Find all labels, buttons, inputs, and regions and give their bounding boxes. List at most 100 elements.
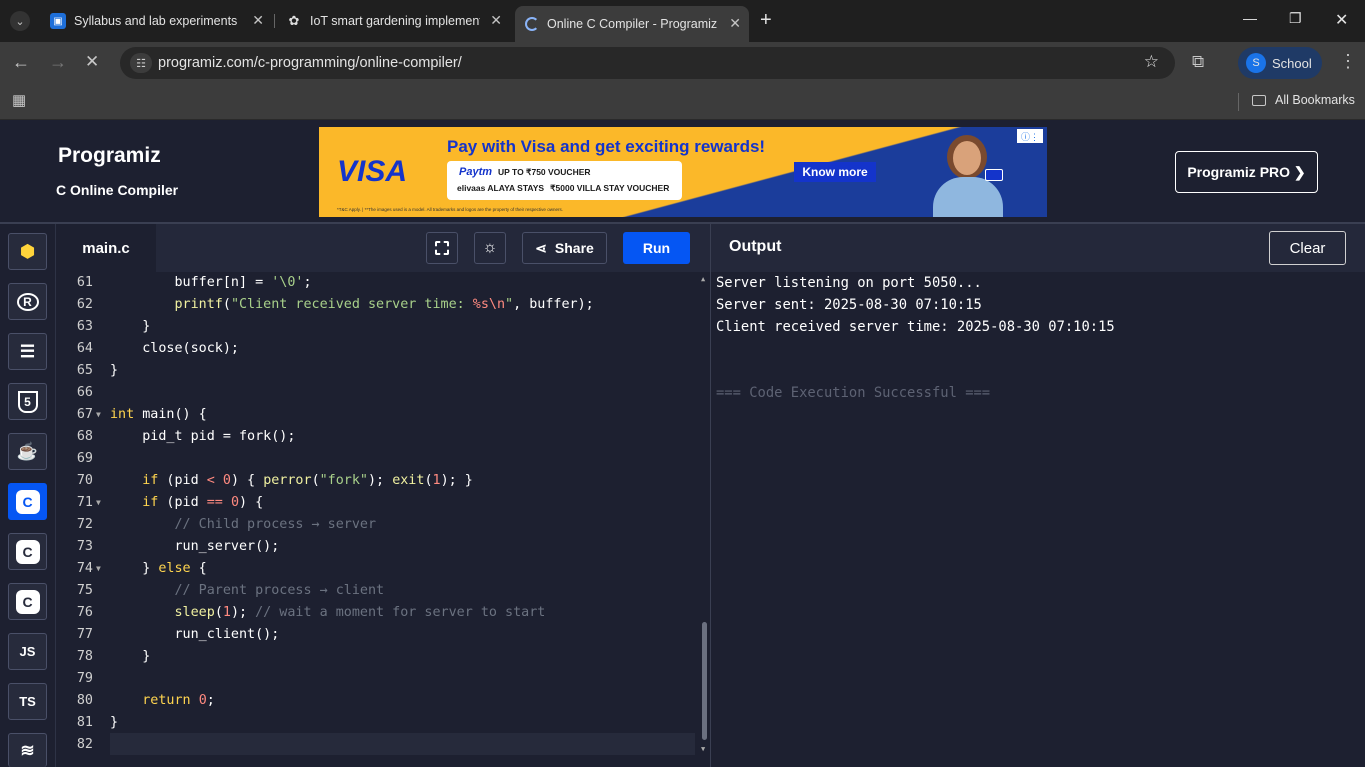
new-tab-icon[interactable]: + [760, 9, 772, 32]
line-number: 67 [76, 407, 93, 422]
scroll-down-icon[interactable]: ▼ [701, 745, 705, 753]
ad-info-icon[interactable]: ⓘ⋮ [1017, 129, 1043, 143]
line-number: 81 [76, 715, 93, 730]
close-tab-icon[interactable]: ✕ [729, 15, 741, 32]
forward-icon[interactable]: → [49, 52, 67, 73]
code-line[interactable]: 61 buffer[n] = '\0'; [56, 272, 706, 294]
html-icon[interactable]: 5 [8, 383, 47, 420]
code-line[interactable]: 64 close(sock); [56, 338, 706, 360]
fold-arrow-icon[interactable]: ▼ [96, 492, 101, 514]
output-line: Server listening on port 5050... [716, 275, 982, 291]
tab-iot[interactable]: ✿ IoT smart gardening implement ✕ [276, 6, 510, 36]
code-line[interactable]: 73 run_server(); [56, 536, 706, 558]
extensions-icon[interactable]: ⧉ [1192, 52, 1204, 72]
code-line[interactable]: 80 return 0; [56, 690, 706, 712]
fullscreen-button[interactable] [426, 232, 458, 264]
code-line[interactable]: 72 // Child process → server [56, 514, 706, 536]
address-bar[interactable]: ☷ programiz.com/c-programming/online-com… [120, 47, 1175, 79]
bookmark-star-icon[interactable]: ☆ [1144, 52, 1159, 72]
csharp-icon[interactable]: C [8, 583, 47, 620]
line-number: 69 [76, 451, 93, 466]
code-line[interactable]: 76 sleep(1); // wait a moment for server… [56, 602, 706, 624]
theme-toggle-button[interactable]: ☼ [474, 232, 506, 264]
tab-title: IoT smart gardening implement [310, 14, 480, 28]
java-icon[interactable]: ☕ [8, 433, 47, 470]
profile-button[interactable]: S School [1238, 47, 1322, 79]
cpp-icon[interactable]: C [8, 533, 47, 570]
code-line[interactable]: 63 } [56, 316, 706, 338]
run-button[interactable]: Run [623, 232, 690, 264]
tab-search-icon[interactable]: ⌄ [10, 11, 30, 31]
avatar: S [1246, 53, 1266, 73]
tab-title: Online C Compiler - Programiz [547, 17, 717, 31]
js-icon[interactable]: JS [8, 633, 47, 670]
ad-headline: Pay with Visa and get exciting rewards! [447, 137, 766, 156]
back-icon[interactable]: ← [12, 52, 30, 73]
share-button[interactable]: ⋖ Share [522, 232, 607, 264]
all-bookmarks-button[interactable]: All Bookmarks [1252, 93, 1355, 107]
minimize-icon[interactable]: — [1243, 10, 1257, 26]
code-text: } [110, 319, 151, 334]
c-icon[interactable]: C [8, 483, 47, 520]
code-line[interactable]: 82 [56, 734, 706, 756]
fold-arrow-icon[interactable]: ▼ [96, 558, 101, 580]
tab-divider [274, 14, 275, 28]
code-line[interactable]: 70 if (pid < 0) { perror("fork"); exit(1… [56, 470, 706, 492]
code-line[interactable]: 78 } [56, 646, 706, 668]
code-line[interactable]: 71 ▼ if (pid == 0) { [56, 492, 706, 514]
programiz-pro-button[interactable]: Programiz PRO ❯ [1175, 151, 1318, 193]
fullscreen-icon [435, 241, 449, 255]
site-header: Programiz C Online Compiler VISA Pay wit… [0, 120, 1365, 224]
restore-icon[interactable]: ❐ [1289, 10, 1302, 27]
advertisement-banner[interactable]: VISA Pay with Visa and get exciting rewa… [319, 127, 1047, 217]
code-line[interactable]: 79 [56, 668, 706, 690]
profile-label: School [1272, 55, 1312, 71]
close-window-icon[interactable]: ✕ [1335, 10, 1348, 30]
code-line[interactable]: 77 run_client(); [56, 624, 706, 646]
code-text: run_server(); [110, 539, 280, 554]
ad-cta-button[interactable]: Know more [794, 162, 876, 182]
tab-title: Syllabus and lab experiments [74, 14, 238, 28]
programiz-logo[interactable]: Programiz [58, 144, 161, 168]
bookmarks-bar: ▦ All Bookmarks [0, 84, 1365, 120]
site-info-icon[interactable]: ☷ [130, 53, 152, 73]
stop-loading-icon[interactable]: ✕ [85, 52, 99, 72]
tab-syllabus[interactable]: ▣ Syllabus and lab experiments ✕ [40, 6, 272, 36]
output-line: === Code Execution Successful === [716, 385, 991, 401]
scroll-up-icon[interactable]: ▲ [701, 275, 705, 283]
code-line[interactable]: 81} [56, 712, 706, 734]
r-icon[interactable]: R [8, 283, 47, 320]
code-line[interactable]: 68 pid_t pid = fork(); [56, 426, 706, 448]
ts-icon[interactable]: TS [8, 683, 47, 720]
line-number: 66 [76, 385, 93, 400]
editor-scrollbar[interactable] [702, 622, 707, 740]
code-line[interactable]: 75 // Parent process → client [56, 580, 706, 602]
apps-grid-icon[interactable]: ▦ [12, 91, 26, 109]
clear-button[interactable]: Clear [1269, 231, 1346, 265]
file-tab-main[interactable]: main.c [56, 224, 156, 272]
python-icon[interactable]: ⬢ [8, 233, 47, 270]
sql-icon[interactable]: ☰ [8, 333, 47, 370]
code-line[interactable]: 67 ▼ int main() { [56, 404, 706, 426]
close-tab-icon[interactable]: ✕ [490, 12, 502, 29]
code-line[interactable]: 69 [56, 448, 706, 470]
swift-icon[interactable]: ≋ [8, 733, 47, 767]
code-line[interactable]: 65} [56, 360, 706, 382]
code-editor[interactable]: 61 buffer[n] = '\0'; 62 printf("Client re… [56, 272, 710, 767]
code-text: } [110, 363, 119, 378]
fold-arrow-icon[interactable]: ▼ [96, 404, 101, 426]
menu-icon[interactable]: ⋮ [1339, 51, 1357, 72]
close-tab-icon[interactable]: ✕ [252, 12, 264, 29]
page-title: C Online Compiler [56, 182, 179, 198]
output-line: Server sent: 2025-08-30 07:10:15 [716, 297, 982, 313]
tab-programiz[interactable]: Online C Compiler - Programiz ✕ [515, 6, 749, 42]
code-line[interactable]: 66 [56, 382, 706, 404]
code-text: // Child process → server [174, 517, 377, 532]
code-text: } else { [110, 561, 207, 576]
bookmarks-divider [1238, 93, 1239, 111]
browser-toolbar: ← → ✕ ☷ programiz.com/c-programming/onli… [0, 42, 1365, 84]
line-number: 80 [76, 693, 93, 708]
code-line[interactable]: 74 ▼ } else { [56, 558, 706, 580]
code-line[interactable]: 62 printf("Client received server time: … [56, 294, 706, 316]
output-line: Client received server time: 2025-08-30 … [716, 319, 1115, 335]
